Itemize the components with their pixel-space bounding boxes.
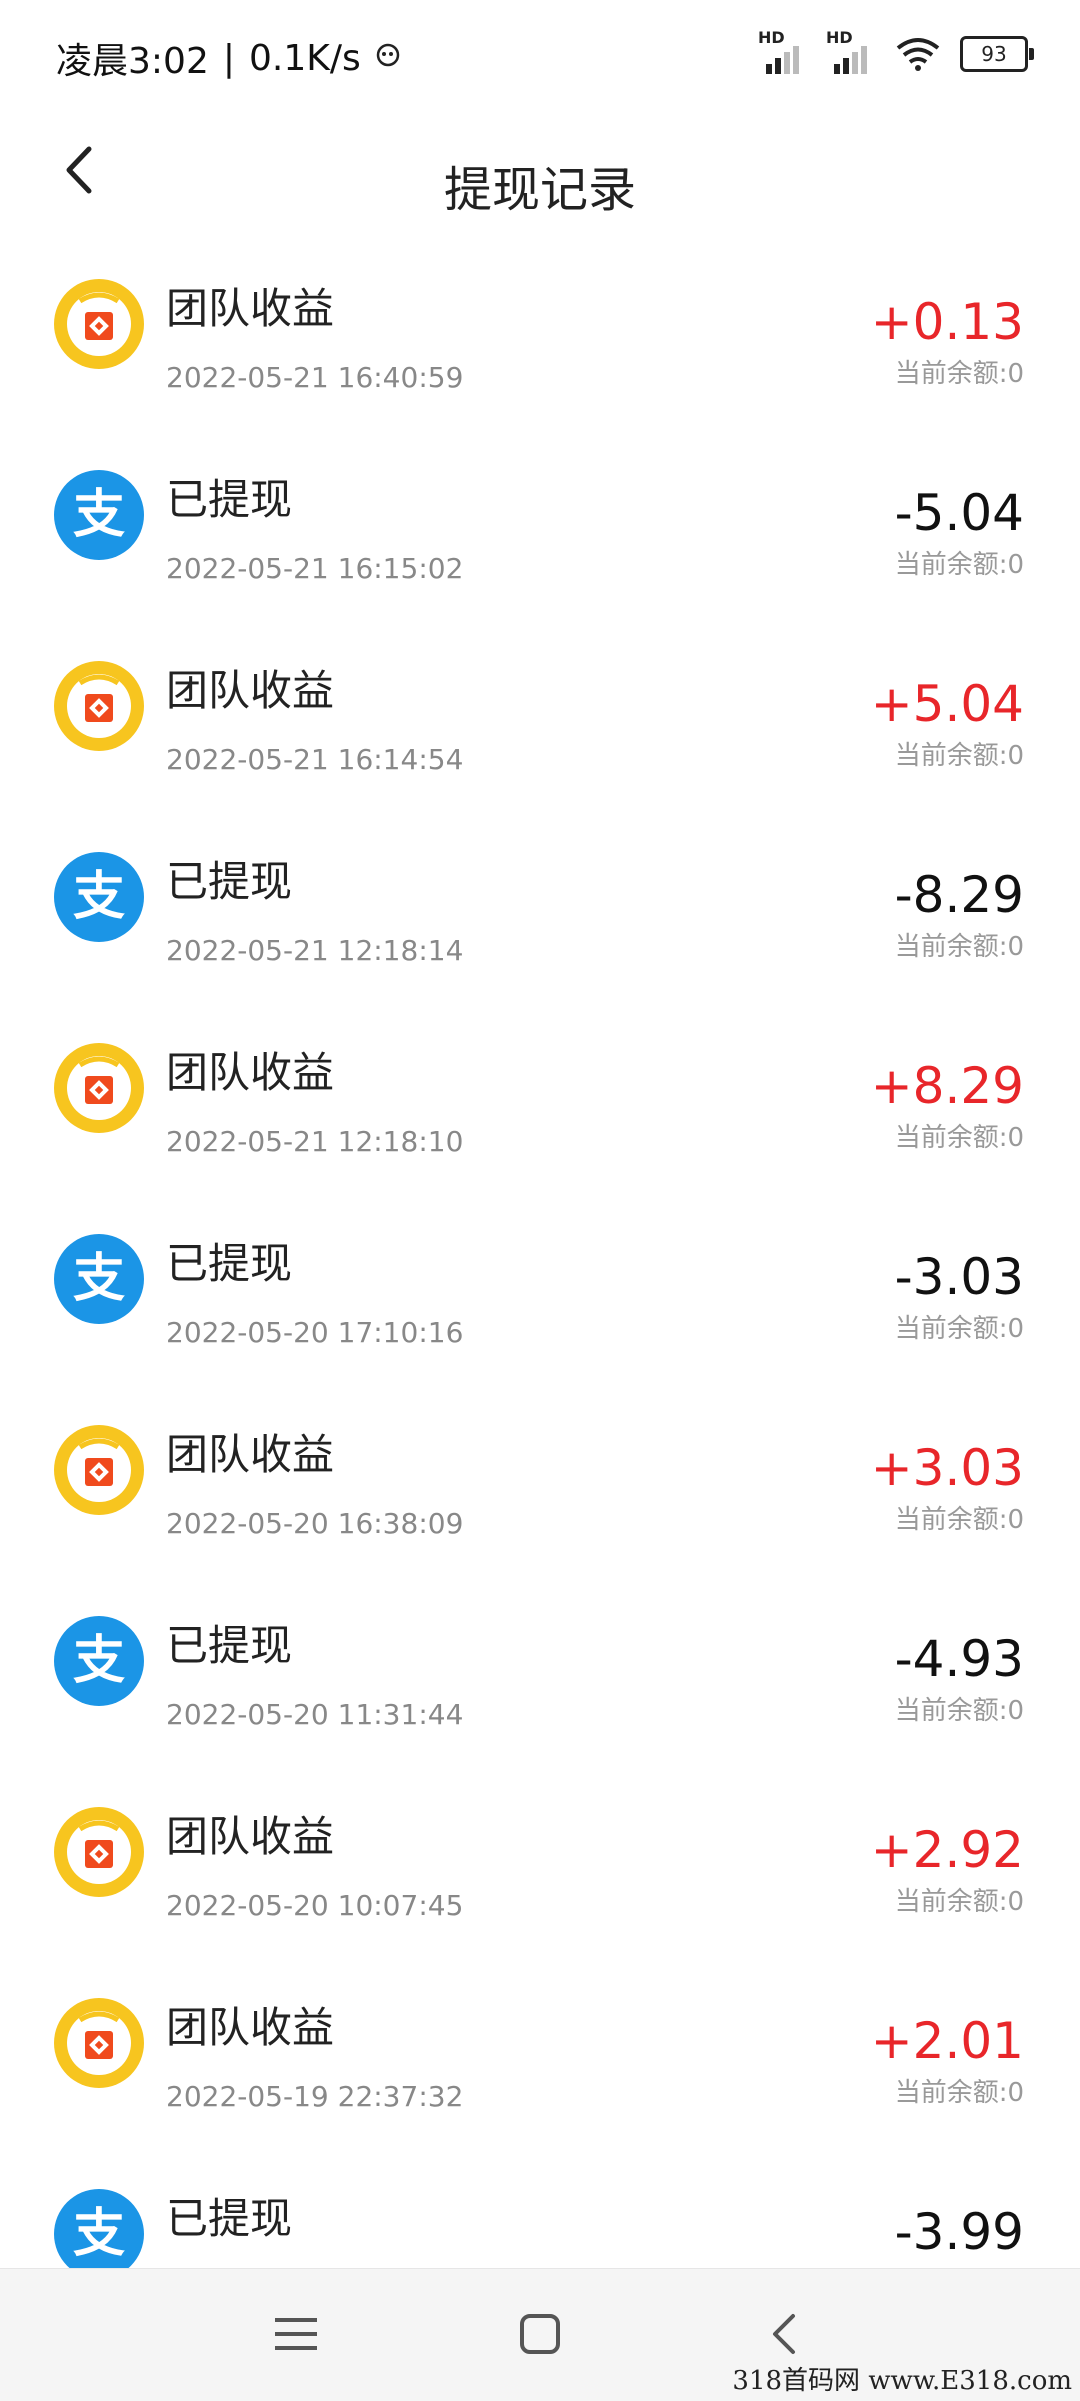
record-amount: +8.29 bbox=[870, 1057, 1024, 1115]
alipay-icon: 支 bbox=[54, 2189, 144, 2279]
alipay-icon: 支 bbox=[54, 1234, 144, 1324]
record-title: 已提现 bbox=[166, 2194, 293, 2243]
record-balance: 当前余额:0 bbox=[894, 932, 1024, 962]
alipay-icon: 支 bbox=[54, 470, 144, 560]
home-button[interactable] bbox=[500, 2299, 580, 2369]
home-square-icon bbox=[520, 2314, 560, 2354]
record-balance: 当前余额:0 bbox=[894, 741, 1024, 771]
signal-1-icon: HD bbox=[758, 28, 808, 74]
alipay-icon: 支 bbox=[54, 852, 144, 942]
record-title: 团队收益 bbox=[166, 284, 335, 333]
menu-icon bbox=[275, 2318, 317, 2350]
record-amount: -3.99 bbox=[894, 2203, 1024, 2261]
record-row[interactable]: 支已提现 2022-05-20 17:10:16 -3.03 当前余额:0 bbox=[0, 1210, 1080, 1401]
hei-app-icon bbox=[54, 1043, 144, 1133]
record-balance: 当前余额:0 bbox=[894, 2078, 1024, 2108]
record-amount: -8.29 bbox=[894, 866, 1024, 924]
record-title: 团队收益 bbox=[166, 666, 335, 715]
svg-text:支: 支 bbox=[73, 2204, 125, 2264]
sim2-hd-label: HD bbox=[826, 28, 853, 47]
record-title: 团队收益 bbox=[166, 1430, 335, 1479]
record-balance: 当前余额:0 bbox=[894, 1123, 1024, 1153]
record-row[interactable]: 团队收益 2022-05-19 22:37:32 +2.01 当前余额:0 bbox=[0, 1974, 1080, 2165]
record-time: 2022-05-21 16:15:02 bbox=[166, 552, 464, 585]
record-balance: 当前余额:0 bbox=[894, 1696, 1024, 1726]
hei-app-icon bbox=[54, 1998, 144, 2088]
record-time: 2022-05-20 10:07:45 bbox=[166, 1889, 464, 1922]
status-right: HD HD 93 bbox=[758, 28, 1034, 74]
record-time: 2022-05-20 11:31:44 bbox=[166, 1698, 464, 1731]
record-title: 已提现 bbox=[166, 475, 293, 524]
record-amount: +2.92 bbox=[870, 1821, 1024, 1879]
menu-button[interactable] bbox=[256, 2299, 336, 2369]
network-speed: 0.1K/s bbox=[248, 37, 361, 79]
record-row[interactable]: 支已提现 2022-05-21 16:15:02 -5.04 当前余额:0 bbox=[0, 446, 1080, 637]
record-balance: 当前余额:0 bbox=[894, 550, 1024, 580]
record-time: 2022-05-21 16:40:59 bbox=[166, 361, 464, 394]
record-row[interactable]: 团队收益 2022-05-21 16:14:54 +5.04 当前余额:0 bbox=[0, 637, 1080, 828]
record-amount: +2.01 bbox=[870, 2012, 1024, 2070]
battery-icon: 93 bbox=[960, 36, 1034, 72]
record-balance: 当前余额:0 bbox=[894, 1887, 1024, 1917]
record-amount: +3.03 bbox=[870, 1439, 1024, 1497]
system-nav-bar: 318首码网 www.E318.com bbox=[0, 2268, 1080, 2401]
record-title: 已提现 bbox=[166, 857, 293, 906]
record-row[interactable]: 团队收益 2022-05-21 12:18:10 +8.29 当前余额:0 bbox=[0, 1019, 1080, 1210]
svg-text:支: 支 bbox=[73, 1249, 125, 1309]
record-time: 2022-05-21 12:18:14 bbox=[166, 934, 464, 967]
nav-back-button[interactable] bbox=[744, 2299, 824, 2369]
record-balance: 当前余额:0 bbox=[894, 1505, 1024, 1535]
record-row[interactable]: 团队收益 2022-05-21 16:40:59 +0.13 当前余额:0 bbox=[0, 255, 1080, 446]
record-amount: -3.03 bbox=[894, 1248, 1024, 1306]
record-title: 团队收益 bbox=[166, 2003, 335, 2052]
notification-face-icon bbox=[375, 42, 401, 75]
record-title: 团队收益 bbox=[166, 1048, 335, 1097]
hei-app-icon bbox=[54, 661, 144, 751]
page-title: 提现记录 bbox=[443, 162, 636, 218]
record-balance: 当前余额:0 bbox=[894, 359, 1024, 389]
withdraw-record-list: 团队收益 2022-05-21 16:40:59 +0.13 当前余额:0 支已提现 20… bbox=[0, 255, 1080, 2356]
header: 提现记录 bbox=[0, 110, 1080, 260]
record-row[interactable]: 支已提现 2022-05-21 12:18:14 -8.29 当前余额:0 bbox=[0, 828, 1080, 1019]
svg-text:支: 支 bbox=[73, 867, 125, 927]
record-amount: -5.04 bbox=[894, 484, 1024, 542]
sim1-hd-label: HD bbox=[758, 28, 785, 47]
hei-app-icon bbox=[54, 1807, 144, 1897]
signal-2-icon: HD bbox=[826, 28, 876, 74]
record-amount: +0.13 bbox=[870, 293, 1024, 351]
record-title: 已提现 bbox=[166, 1239, 293, 1288]
status-separator: | bbox=[222, 37, 235, 79]
status-left: 凌晨3:02 | 0.1K/s bbox=[56, 32, 401, 84]
alipay-icon: 支 bbox=[54, 1616, 144, 1706]
status-bar: 凌晨3:02 | 0.1K/s HD HD 93 bbox=[0, 0, 1080, 110]
svg-text:支: 支 bbox=[73, 485, 125, 545]
wifi-icon bbox=[896, 38, 940, 71]
record-row[interactable]: 支已提现 2022-05-20 11:31:44 -4.93 当前余额:0 bbox=[0, 1592, 1080, 1783]
record-title: 已提现 bbox=[166, 1621, 293, 1670]
back-triangle-icon bbox=[773, 2314, 795, 2354]
record-amount: +5.04 bbox=[870, 675, 1024, 733]
hei-app-icon bbox=[54, 279, 144, 369]
record-row[interactable]: 团队收益 2022-05-20 10:07:45 +2.92 当前余额:0 bbox=[0, 1783, 1080, 1974]
record-balance: 当前余额:0 bbox=[894, 1314, 1024, 1344]
svg-text:支: 支 bbox=[73, 1631, 125, 1691]
record-time: 2022-05-19 22:37:32 bbox=[166, 2080, 464, 2113]
record-amount: -4.93 bbox=[894, 1630, 1024, 1688]
status-time: 凌晨3:02 bbox=[56, 41, 209, 82]
watermark: 318首码网 www.E318.com bbox=[732, 2366, 1072, 2396]
record-time: 2022-05-20 17:10:16 bbox=[166, 1316, 464, 1349]
record-title: 团队收益 bbox=[166, 1812, 335, 1861]
record-time: 2022-05-21 12:18:10 bbox=[166, 1125, 464, 1158]
record-time: 2022-05-21 16:14:54 bbox=[166, 743, 464, 776]
record-time: 2022-05-20 16:38:09 bbox=[166, 1507, 464, 1540]
record-row[interactable]: 团队收益 2022-05-20 16:38:09 +3.03 当前余额:0 bbox=[0, 1401, 1080, 1592]
hei-app-icon bbox=[54, 1425, 144, 1515]
